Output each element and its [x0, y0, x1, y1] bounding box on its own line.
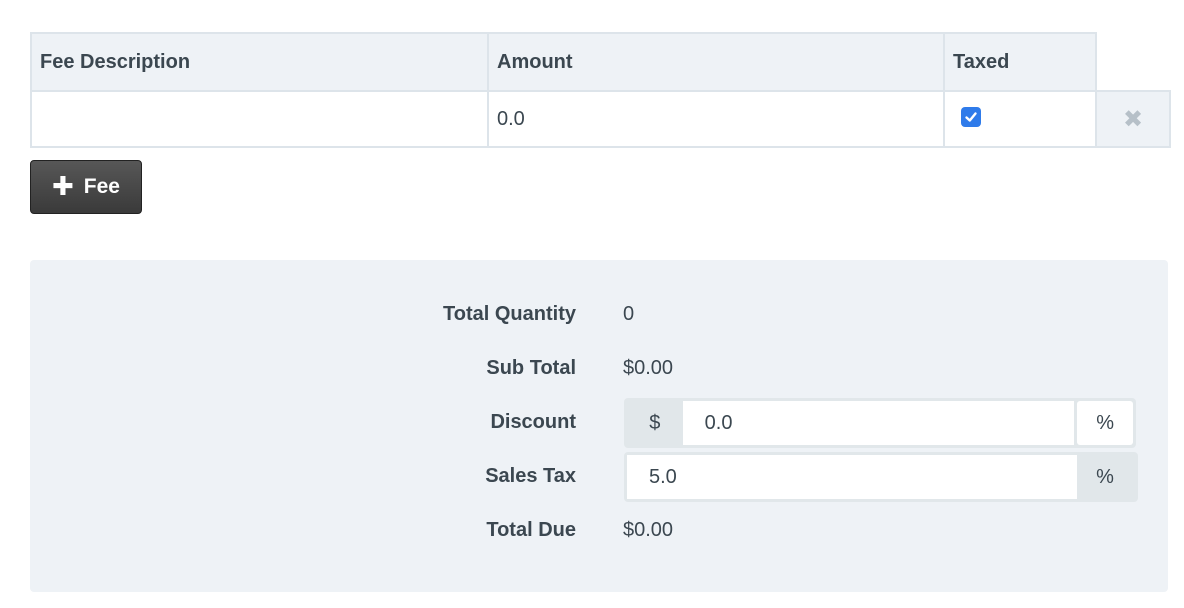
total-due-label: Total Due [486, 519, 576, 541]
invoice-fees-page: Fee Description Amount Taxed 0.0 ✖ ✚ Fee… [0, 0, 1184, 608]
checkmark-icon [965, 112, 977, 122]
add-fee-label: Fee [83, 175, 120, 198]
totals-panel: Total Quantity 0 Sub Total $0.00 Discoun… [30, 260, 1168, 592]
table-row: ✖ [30, 90, 1171, 148]
fee-amount-input[interactable] [489, 93, 943, 145]
fee-description-cell [30, 90, 489, 148]
discount-dollar-toggle[interactable]: $ [627, 401, 683, 445]
sales-tax-input[interactable] [627, 455, 1077, 499]
total-quantity-row: Total Quantity 0 [30, 294, 1168, 334]
taxed-header: Taxed [943, 32, 1097, 92]
sales-tax-input-group: % [624, 452, 1138, 502]
discount-input[interactable] [682, 401, 1075, 445]
fee-description-input[interactable] [32, 93, 487, 145]
fee-description-header: Fee Description [30, 32, 489, 92]
sales-tax-row: Sales Tax % [30, 452, 1168, 502]
subtotal-value: $0.00 [623, 357, 674, 379]
delete-header [1096, 33, 1170, 91]
sales-tax-percent-addon: % [1096, 465, 1114, 488]
taxed-checkbox[interactable] [961, 106, 981, 127]
sales-tax-label: Sales Tax [485, 465, 576, 487]
close-icon[interactable]: ✖ [1123, 105, 1143, 134]
total-quantity-value: 0 [623, 303, 635, 325]
discount-percent-toggle[interactable]: % [1077, 401, 1134, 445]
delete-cell: ✖ [1095, 90, 1171, 148]
add-fee-button[interactable]: ✚ Fee [30, 160, 142, 214]
discount-label: Discount [490, 411, 576, 433]
discount-row: Discount $ % [30, 398, 1168, 448]
total-due-row: Total Due $0.00 [30, 510, 1168, 550]
total-due-value: $0.00 [623, 519, 674, 541]
amount-header: Amount [487, 32, 945, 92]
fee-table-header-row: Fee Description Amount Taxed [30, 32, 1170, 92]
subtotal-row: Sub Total $0.00 [30, 348, 1168, 388]
discount-input-group: $ % [624, 398, 1136, 448]
total-quantity-label: Total Quantity [443, 303, 576, 325]
subtotal-label: Sub Total [486, 357, 576, 379]
amount-cell [487, 90, 945, 148]
plus-icon: ✚ [52, 170, 74, 201]
taxed-cell [943, 90, 1097, 148]
fee-table: Fee Description Amount Taxed 0.0 ✖ [30, 32, 1171, 148]
